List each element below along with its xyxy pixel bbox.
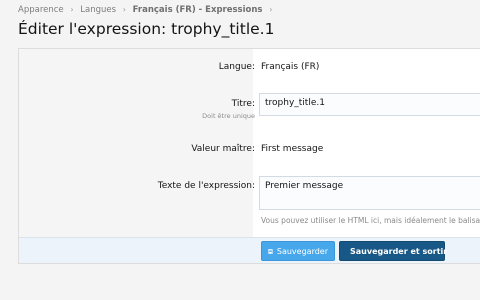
expression-text-explain: Vous pouvez utiliser le HTML ici, mais i…: [261, 216, 480, 225]
title-input[interactable]: trophy_title.1: [259, 93, 480, 116]
language-label: Langue:: [218, 62, 255, 72]
master-value-label: Valeur maître:: [191, 144, 255, 154]
master-value-text: First message: [261, 144, 324, 154]
save-button[interactable]: Sauvegarder: [261, 241, 335, 261]
breadcrumb-item-languages[interactable]: Langues: [80, 5, 116, 15]
breadcrumb-item-phrases[interactable]: Français (FR) - Expressions: [133, 5, 263, 15]
form-label-column: [19, 49, 253, 237]
save-and-exit-button-label: Sauvegarder et sortir: [350, 246, 448, 256]
edit-phrase-form: Langue: Français (FR) Titre: Doit être u…: [18, 48, 480, 264]
expression-text-area[interactable]: Premier message: [259, 176, 480, 210]
page-title: Éditer l'expression: trophy_title.1: [18, 20, 275, 38]
save-button-label: Sauvegarder: [276, 246, 328, 256]
expression-text-label: Texte de l'expression:: [157, 181, 255, 191]
title-hint: Doit être unique: [202, 112, 255, 120]
language-value: Français (FR): [261, 62, 320, 72]
title-label: Titre:: [231, 99, 255, 109]
breadcrumb-separator: ›: [70, 5, 74, 14]
breadcrumb-separator: ›: [122, 5, 126, 14]
save-icon: [268, 248, 273, 254]
save-and-exit-button[interactable]: Sauvegarder et sortir: [339, 241, 448, 261]
breadcrumb-separator: ›: [269, 5, 273, 14]
breadcrumb: Apparence › Langues › Français (FR) - Ex…: [18, 5, 276, 15]
breadcrumb-item-appearance[interactable]: Apparence: [18, 5, 64, 15]
form-button-bar: Sauvegarder Sauvegarder et sortir: [19, 237, 480, 263]
